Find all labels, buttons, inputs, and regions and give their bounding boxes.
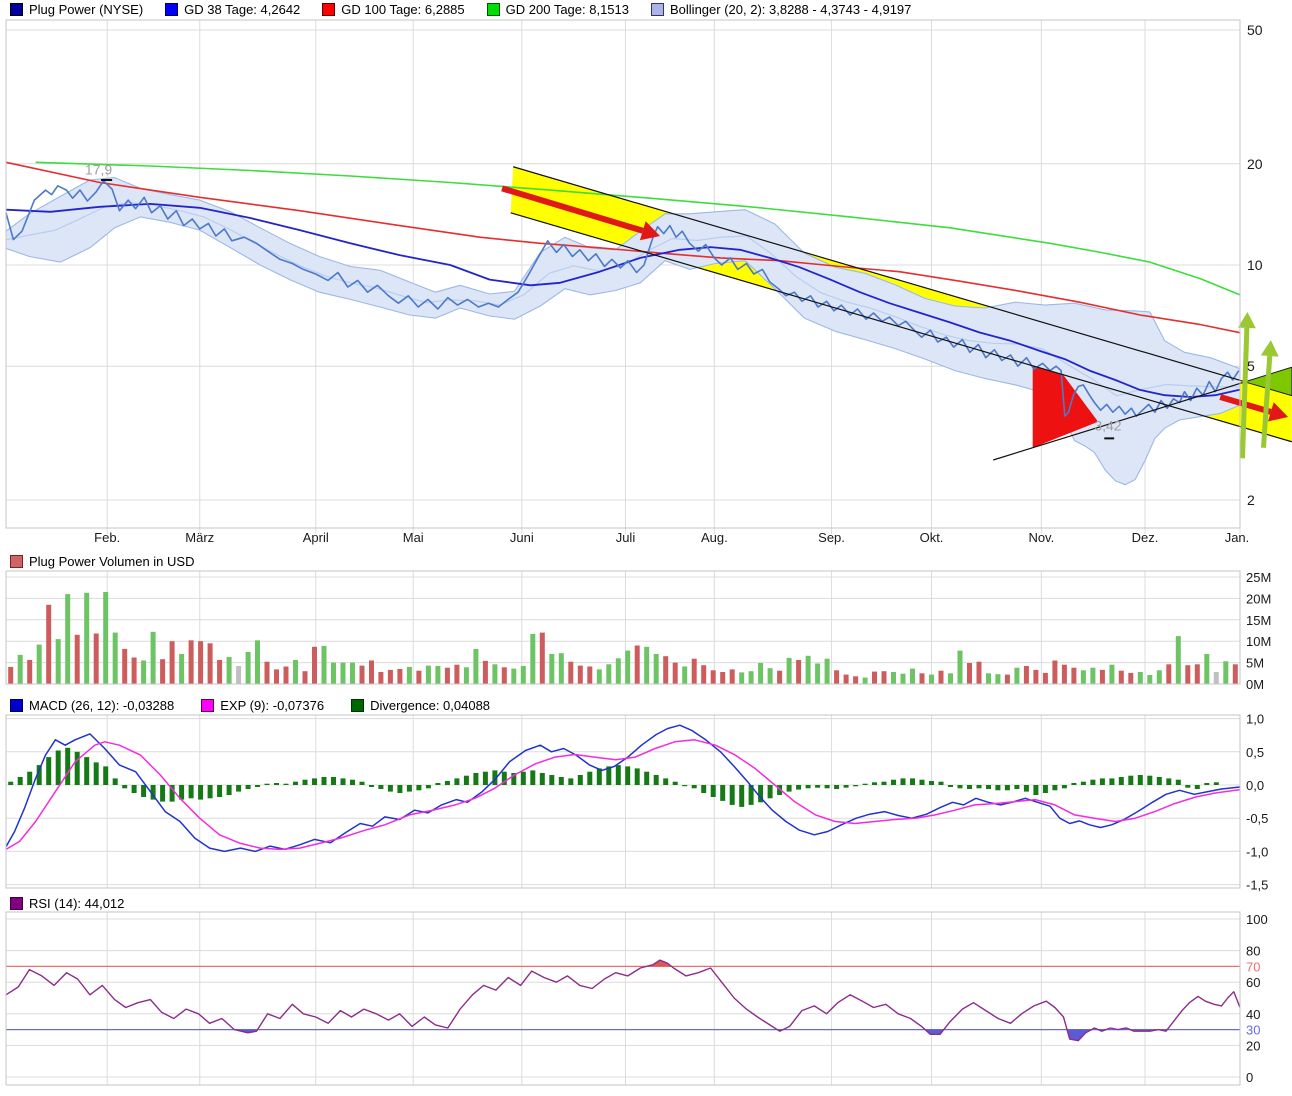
svg-text:80: 80 xyxy=(1246,944,1260,959)
svg-text:5M: 5M xyxy=(1246,656,1264,671)
exp-swatch-icon xyxy=(201,699,214,712)
svg-text:100: 100 xyxy=(1246,912,1268,927)
stock-chart-canvas[interactable]: 17,9 3,42 50 20 10 5 2 Feb. März April Mai Juni Juli… xyxy=(0,0,1292,1096)
legend-label-bollinger: Bollinger (20, 2): 3,8288 - 4,3743 - 4,9… xyxy=(670,2,911,17)
svg-text:25M: 25M xyxy=(1246,570,1271,585)
svg-text:Juli: Juli xyxy=(616,530,636,545)
legend-item-macd: MACD (26, 12): -0,03288 xyxy=(10,698,174,713)
rsi-legend: RSI (14): 44,012 xyxy=(0,895,146,911)
legend-label-gd38: GD 38 Tage: 4,2642 xyxy=(184,2,300,17)
price-legend: Plug Power (NYSE) GD 38 Tage: 4,2642 GD … xyxy=(0,1,933,17)
svg-text:30: 30 xyxy=(1246,1023,1260,1038)
legend-item-exp: EXP (9): -0,07376 xyxy=(201,698,324,713)
svg-text:70: 70 xyxy=(1246,959,1260,974)
svg-text:5: 5 xyxy=(1247,358,1255,374)
svg-text:Jan.: Jan. xyxy=(1225,530,1250,545)
svg-text:Dez.: Dez. xyxy=(1132,530,1159,545)
volume-swatch-icon xyxy=(10,555,23,568)
svg-text:15M: 15M xyxy=(1246,613,1271,628)
macd-panel[interactable]: 1,0 0,5 0,0 -0,5 -1,0 -1,5 xyxy=(6,712,1268,893)
svg-text:-1,0: -1,0 xyxy=(1246,844,1268,859)
svg-text:Nov.: Nov. xyxy=(1028,530,1054,545)
macd-legend: MACD (26, 12): -0,03288 EXP (9): -0,0737… xyxy=(0,697,517,713)
svg-text:-0,5: -0,5 xyxy=(1246,811,1268,826)
plug-power-swatch-icon xyxy=(10,3,23,16)
svg-text:60: 60 xyxy=(1246,975,1260,990)
macd-swatch-icon xyxy=(10,699,23,712)
legend-item-rsi: RSI (14): 44,012 xyxy=(10,896,124,911)
svg-text:0,0: 0,0 xyxy=(1246,778,1264,793)
svg-text:0M: 0M xyxy=(1246,677,1264,692)
svg-text:17,9: 17,9 xyxy=(85,161,112,177)
legend-item-volume: Plug Power Volumen in USD xyxy=(10,554,194,569)
legend-item-divergence: Divergence: 0,04088 xyxy=(351,698,490,713)
legend-label-gd100: GD 100 Tage: 6,2885 xyxy=(341,2,464,17)
svg-text:Juni: Juni xyxy=(510,530,534,545)
svg-text:Sep.: Sep. xyxy=(818,530,845,545)
svg-text:März: März xyxy=(185,530,214,545)
svg-text:April: April xyxy=(303,530,329,545)
svg-text:20: 20 xyxy=(1246,1038,1260,1053)
legend-item-gd100: GD 100 Tage: 6,2885 xyxy=(322,2,464,17)
svg-text:0,5: 0,5 xyxy=(1246,745,1264,760)
legend-item-gd200: GD 200 Tage: 8,1513 xyxy=(487,2,629,17)
svg-text:10: 10 xyxy=(1247,257,1263,273)
legend-item-gd38: GD 38 Tage: 4,2642 xyxy=(165,2,300,17)
svg-text:-1,5: -1,5 xyxy=(1246,878,1268,893)
legend-label-gd200: GD 200 Tage: 8,1513 xyxy=(506,2,629,17)
volume-panel[interactable]: 25M 20M 15M 10M 5M 0M xyxy=(6,570,1271,692)
svg-text:Feb.: Feb. xyxy=(94,530,120,545)
svg-text:Okt.: Okt. xyxy=(920,530,944,545)
legend-label-volume: Plug Power Volumen in USD xyxy=(29,554,194,569)
svg-text:Mai: Mai xyxy=(403,530,424,545)
svg-text:3,42: 3,42 xyxy=(1094,417,1121,433)
svg-text:20M: 20M xyxy=(1246,591,1271,606)
svg-text:10M: 10M xyxy=(1246,634,1271,649)
legend-item-bollinger: Bollinger (20, 2): 3,8288 - 4,3743 - 4,9… xyxy=(651,2,911,17)
price-panel[interactable]: 17,9 3,42 50 20 10 5 2 Feb. März April Mai Juni Juli… xyxy=(6,20,1292,545)
svg-text:1,0: 1,0 xyxy=(1246,712,1264,727)
legend-label-divergence: Divergence: 0,04088 xyxy=(370,698,490,713)
bollinger-swatch-icon xyxy=(651,3,664,16)
legend-label-macd: MACD (26, 12): -0,03288 xyxy=(29,698,174,713)
svg-text:Aug.: Aug. xyxy=(701,530,728,545)
gd38-swatch-icon xyxy=(165,3,178,16)
legend-label-plug-power: Plug Power (NYSE) xyxy=(29,2,143,17)
svg-text:20: 20 xyxy=(1247,156,1263,172)
divergence-swatch-icon xyxy=(351,699,364,712)
gd100-swatch-icon xyxy=(322,3,335,16)
gd200-swatch-icon xyxy=(487,3,500,16)
legend-label-rsi: RSI (14): 44,012 xyxy=(29,896,124,911)
svg-text:50: 50 xyxy=(1247,22,1263,38)
svg-text:0: 0 xyxy=(1246,1070,1253,1085)
svg-text:40: 40 xyxy=(1246,1007,1260,1022)
rsi-panel[interactable]: 100 807060 403020 0 xyxy=(6,912,1268,1085)
volume-legend: Plug Power Volumen in USD xyxy=(0,553,216,569)
legend-item-plug-power: Plug Power (NYSE) xyxy=(10,2,143,17)
svg-text:2: 2 xyxy=(1247,492,1255,508)
rsi-swatch-icon xyxy=(10,897,23,910)
legend-label-exp: EXP (9): -0,07376 xyxy=(220,698,324,713)
